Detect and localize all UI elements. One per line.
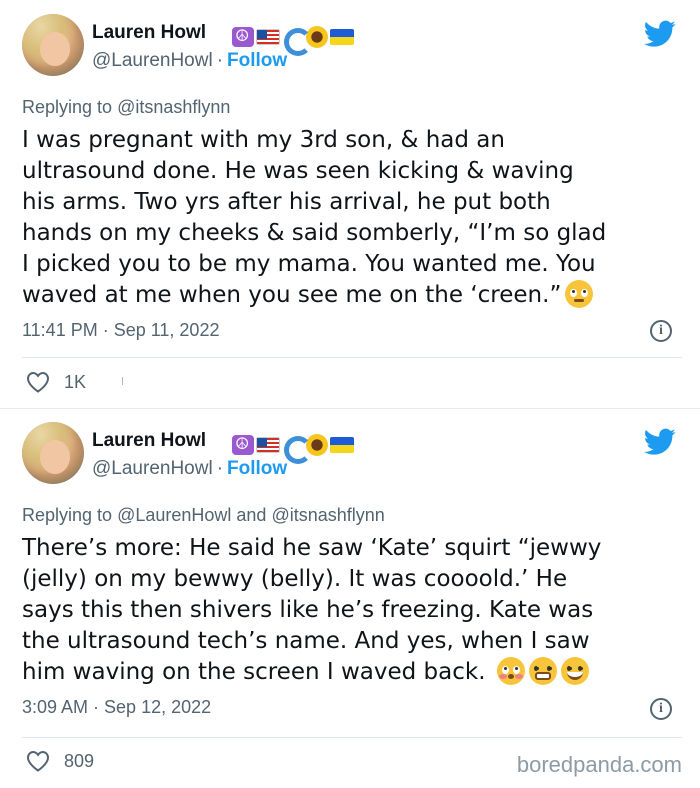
replying-prefix: Replying to xyxy=(22,505,113,525)
replying-prefix: Replying to xyxy=(22,97,113,117)
follow-button[interactable]: Follow xyxy=(227,50,287,71)
timestamp[interactable]: 11:41 PM · Sep 11, 2022 xyxy=(22,320,219,341)
tweet-line: him waving on the screen I waved back. xyxy=(22,659,486,685)
grinning-face-icon xyxy=(560,657,589,685)
water-wave-icon xyxy=(282,434,312,464)
tweet-line: (jelly) on my bewwy (belly). It was cooo… xyxy=(22,566,568,592)
twitter-bird-icon[interactable] xyxy=(644,20,676,48)
like-count: 809 xyxy=(64,750,95,771)
heart-icon[interactable] xyxy=(26,750,50,772)
replying-to-handle[interactable]: @LaurenHowl and @itsnashflynn xyxy=(117,505,385,525)
tweet-card: Lauren Howl @LaurenHowl·Follow Replying … xyxy=(0,408,700,788)
avatar[interactable] xyxy=(22,422,84,484)
face-holding-back-tears-icon xyxy=(565,280,594,308)
name-emojis xyxy=(232,434,354,464)
timestamp[interactable]: 3:09 AM · Sep 12, 2022 xyxy=(22,697,211,718)
tweet-line: ultrasound done. He was seen kicking & w… xyxy=(22,158,574,184)
author-handle[interactable]: @LaurenHowl xyxy=(92,458,213,479)
tweet-line: I was pregnant with my 3rd son, & had an xyxy=(22,127,505,153)
tweet-line: says this then shivers like he’s freezin… xyxy=(22,597,594,623)
grimacing-face-icon xyxy=(528,657,557,685)
peace-symbol-icon xyxy=(232,26,254,47)
tweet-line: I picked you to be my mama. You wanted m… xyxy=(22,251,596,277)
tweet-line-last: waved at me when you see me on the ‘cree… xyxy=(22,280,682,311)
tweet-card: Lauren Howl @LaurenHowl·Follow Replying … xyxy=(0,0,700,408)
info-icon[interactable]: i xyxy=(650,320,672,342)
tweet-line-last: him waving on the screen I waved back. xyxy=(22,657,682,688)
tweet-line: the ultrasound tech’s name. And yes, whe… xyxy=(22,628,590,654)
avatar[interactable] xyxy=(22,14,84,76)
replying-to: Replying to @LaurenHowl and @itsnashflyn… xyxy=(22,505,385,526)
author-name[interactable]: Lauren Howl xyxy=(92,22,206,44)
twitter-bird-icon[interactable] xyxy=(644,428,676,456)
replying-to-handle[interactable]: @itsnashflynn xyxy=(117,97,230,117)
watermark: boredpanda.com xyxy=(516,752,682,777)
divider xyxy=(22,357,682,358)
flushed-face-icon xyxy=(496,657,525,685)
ukraine-flag-icon xyxy=(330,437,354,453)
tweet-text: I was pregnant with my 3rd son, & had an… xyxy=(22,125,682,311)
replying-to: Replying to @itsnashflynn xyxy=(22,97,230,118)
like-action[interactable]: 809 xyxy=(26,750,94,772)
tweet-line: waved at me when you see me on the ‘cree… xyxy=(22,282,562,308)
like-count: 1K xyxy=(64,371,87,392)
author-handle-row: @LaurenHowl · Follow xyxy=(92,458,288,479)
ukraine-flag-icon xyxy=(330,29,354,45)
like-action[interactable]: 1K xyxy=(26,371,86,393)
divider xyxy=(22,737,682,738)
name-emojis xyxy=(232,26,354,56)
author-handle[interactable]: @LaurenHowl xyxy=(92,50,213,71)
info-icon[interactable]: i xyxy=(650,698,672,720)
follow-button[interactable]: Follow xyxy=(227,458,287,479)
us-flag-icon xyxy=(256,29,280,45)
tweet-line: There’s more: He said he saw ‘Kate’ squi… xyxy=(22,535,602,561)
tweet-line: his arms. Two yrs after his arrival, he … xyxy=(22,189,551,215)
tweet-line: hands on my cheeks & said somberly, “I’m… xyxy=(22,220,607,246)
author-handle-row: @LaurenHowl · Follow xyxy=(92,50,288,71)
divider-tick xyxy=(122,377,123,385)
us-flag-icon xyxy=(256,437,280,453)
water-wave-icon xyxy=(282,26,312,56)
heart-icon[interactable] xyxy=(26,371,50,393)
tweet-text: There’s more: He said he saw ‘Kate’ squi… xyxy=(22,533,682,688)
peace-symbol-icon xyxy=(232,434,254,455)
author-name[interactable]: Lauren Howl xyxy=(92,430,206,452)
